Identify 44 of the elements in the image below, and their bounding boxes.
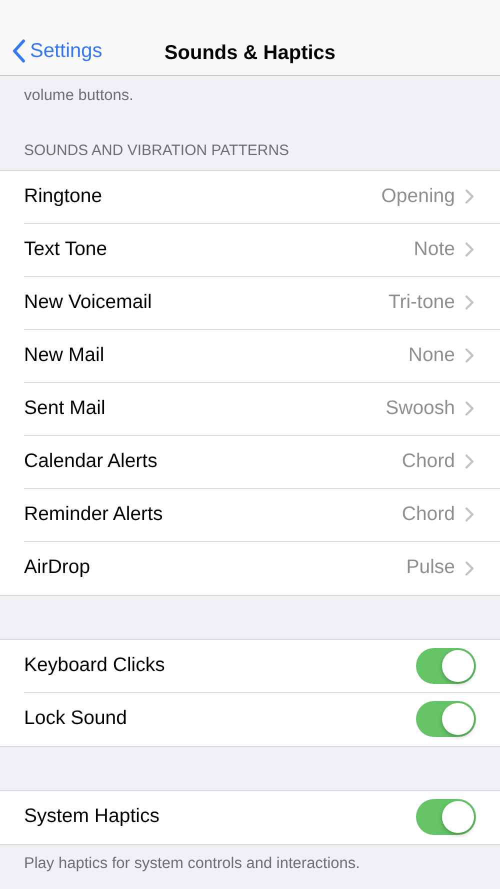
settings-row[interactable]: Sent Mail Swoosh	[24, 382, 500, 436]
row-value: Chord	[402, 502, 455, 527]
footnote-text: volume buttons.	[23, 86, 134, 106]
row-value: Tri-tone	[388, 290, 455, 315]
footnote-text: Play haptics for system controls and interactions.	[23, 854, 361, 874]
chevron-icon	[465, 242, 474, 257]
row-label: Text Tone	[24, 236, 108, 262]
toggle-switch[interactable]	[416, 799, 476, 835]
row-label: Sent Mail	[24, 396, 106, 421]
row-label: Calendar Alerts	[24, 448, 158, 474]
row-label: New Mail	[24, 342, 106, 368]
toggle-switch[interactable]	[416, 648, 476, 684]
back-link[interactable]: Settings	[12, 36, 102, 66]
chevron-icon	[465, 295, 474, 310]
settings-row[interactable]: Ringtone Opening	[24, 170, 500, 224]
back-icon	[12, 39, 26, 63]
row-value: Chord	[402, 448, 455, 474]
chevron-icon	[465, 348, 474, 363]
row-value: Swoosh	[386, 396, 455, 421]
settings-row[interactable]: New Voicemail Tri-tone	[24, 276, 500, 330]
row-label: Ringtone	[24, 184, 104, 209]
section-header: SOUNDS AND VIBRATION PATTERNS	[23, 141, 290, 161]
settings-row[interactable]: Calendar Alerts Chord	[24, 436, 500, 488]
row-label: System Haptics	[24, 804, 160, 830]
chevron-icon	[465, 189, 474, 204]
row-label: New Voicemail	[24, 290, 153, 315]
row-label: Reminder Alerts	[24, 502, 164, 527]
row-label: Keyboard Clicks	[24, 652, 166, 678]
chevron-icon	[465, 401, 474, 416]
row-label: AirDrop	[24, 555, 92, 580]
chevron-icon	[465, 507, 474, 522]
screen-title: Sounds & Haptics	[164, 41, 336, 66]
toggle-switch[interactable]	[416, 701, 476, 737]
settings-row[interactable]: Reminder Alerts Chord	[24, 488, 500, 542]
row-value: None	[408, 342, 455, 368]
row-value: Note	[414, 236, 455, 262]
settings-row[interactable]: Text Tone Note	[24, 224, 500, 276]
row-value: Pulse	[406, 555, 455, 580]
settings-row[interactable]: AirDrop Pulse	[24, 542, 500, 594]
row-label: Lock Sound	[24, 706, 128, 732]
row-value: Opening	[381, 184, 455, 209]
chevron-icon	[465, 560, 474, 576]
chevron-icon	[465, 454, 474, 469]
settings-row[interactable]: New Mail None	[24, 330, 500, 382]
